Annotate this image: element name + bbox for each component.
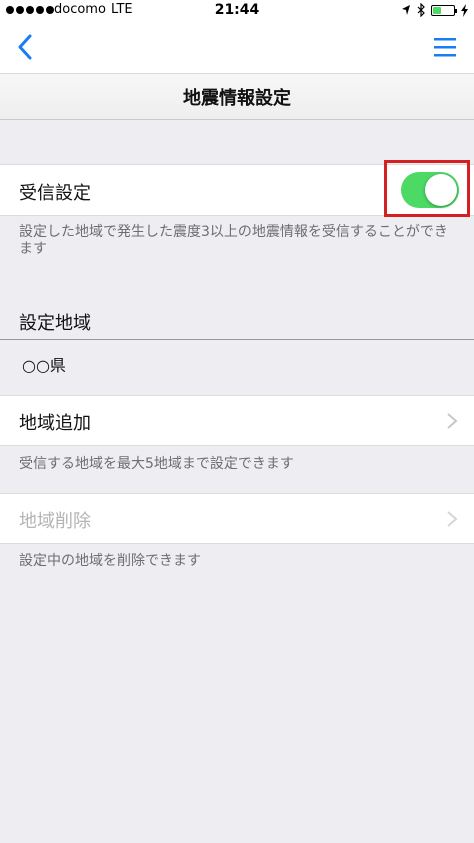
navigation-bar [0,22,474,74]
charging-bolt-icon [461,3,468,17]
status-indicators [401,3,468,17]
region-section-title: 設定地域 [19,313,91,334]
delete-region-label: 地域削除 [19,511,91,532]
battery-icon [431,4,457,16]
delete-region-row[interactable]: 地域削除 [0,493,474,544]
chevron-left-icon [18,34,32,60]
screen: docomo LTE 21:44 地震情報設定 受信設定 設定した地域で発生した… [0,0,474,843]
bluetooth-icon [417,3,425,17]
toggle-knob [425,174,457,206]
add-region-label: 地域追加 [19,413,91,434]
receive-setting-toggle[interactable] [401,172,459,208]
receive-setting-label: 受信設定 [19,183,91,204]
current-region-value: ○○県 [22,356,66,375]
back-button[interactable] [8,30,42,64]
location-arrow-icon [402,5,410,15]
page-title: 地震情報設定 [183,87,291,109]
title-bar: 地震情報設定 [0,74,474,120]
chevron-right-icon [447,413,458,429]
chevron-right-icon [447,511,458,527]
hamburger-menu-icon[interactable] [432,34,458,60]
delete-region-description: 設定中の地域を削除できます [19,553,201,569]
add-region-row[interactable]: 地域追加 [0,395,474,446]
status-bar: docomo LTE 21:44 [0,0,474,22]
region-section-header: 設定地域 [0,300,474,340]
receive-setting-description: 設定した地域で発生した震度3以上の地震情報を受信することができます [19,224,448,257]
add-region-description: 受信する地域を最大5地域まで設定できます [19,456,294,472]
